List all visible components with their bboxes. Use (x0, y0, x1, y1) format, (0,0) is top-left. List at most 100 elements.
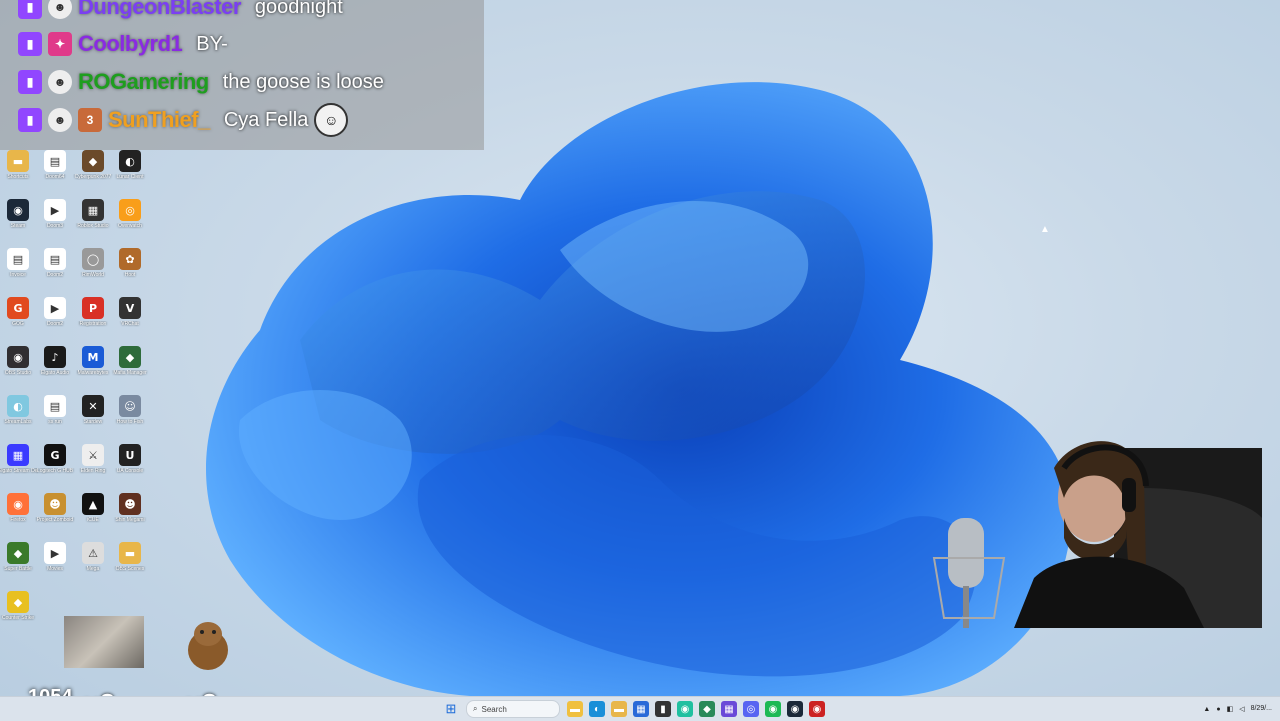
capybara-image (188, 622, 228, 670)
microphone-icon[interactable]: ● (1216, 706, 1220, 713)
app-icon: G (7, 297, 29, 319)
twitch-badge-icon: ▮ (18, 108, 42, 132)
app-icon: ⚔ (82, 444, 104, 466)
desktop-icon[interactable]: G GOG (0, 297, 36, 343)
chat-taskbar-icon[interactable]: ◉ (677, 701, 693, 717)
desktop-icon[interactable]: ✿ Hoot (112, 248, 148, 294)
desktop-icon[interactable]: ▲ iCUE (75, 493, 111, 539)
desktop-icon[interactable]: ◆ Cyberpunk 2077 (75, 150, 111, 196)
chat-message: ▮ ☻ 3 SunThief_ Cya Fella ☺ (18, 103, 349, 137)
desktop-icon-label: Doom64 (45, 174, 65, 180)
desktop-icon[interactable]: ◯ RimWorld (75, 248, 111, 294)
spotify-taskbar-icon[interactable]: ◉ (765, 701, 781, 717)
chat-username: DungeonBlaster (78, 0, 241, 19)
desktop-icon[interactable]: ◎ Overwatch (112, 199, 148, 245)
chat-text: the goose is loose (222, 70, 384, 93)
terminal-taskbar-icon[interactable]: ▮ (655, 701, 671, 717)
desktop-icon[interactable]: ⚠ Mega (75, 542, 111, 588)
photos-taskbar-icon[interactable]: ▦ (721, 701, 737, 717)
network-icon[interactable]: ◧ (1227, 705, 1234, 713)
taskbar-search-box[interactable]: ⌕ Search (466, 700, 560, 718)
desktop-icon[interactable]: ⚔ Elden Ring (75, 444, 111, 490)
desktop-icon[interactable]: ▶ Movies (37, 542, 73, 588)
desktop-icon[interactable]: ▦ Elgato Stream Deck (0, 444, 38, 490)
app-icon: ▦ (82, 199, 104, 221)
app-icon: ◆ (119, 346, 141, 368)
desktop-icon[interactable]: G Logitech G HUB (37, 444, 73, 490)
desktop-icon-label: Counter Strike (2, 615, 34, 621)
stream-chat-overlay: ▮ ☻ DungeonBlaster goodnight ▮ ✦ Coolbyr… (0, 0, 484, 150)
desktop-icon[interactable]: ▦ Roblox Studio (75, 199, 111, 245)
clock[interactable]: 8/29/... (1251, 705, 1272, 713)
desktop-icon[interactable]: ▤ ss run (37, 395, 73, 441)
app-taskbar-icon[interactable]: ◆ (699, 701, 715, 717)
desktop-icon[interactable]: ☻ Shin Megami (112, 493, 148, 539)
desktop-icon-label: Project Zomboid (36, 517, 74, 523)
desktop-icon[interactable]: ◆ Super Battle (0, 542, 36, 588)
start-button-icon[interactable]: ⊞ (443, 701, 459, 717)
app-icon: P (82, 297, 104, 319)
app-icon: ☻ (44, 493, 66, 515)
desktop-icon[interactable]: ◐ Lunar Client (112, 150, 148, 196)
volume-icon[interactable]: ◁ (1239, 705, 1244, 713)
desktop-icon-label: GOG (12, 321, 24, 327)
emote-icon: ☺ (314, 103, 349, 137)
desktop-icon-label: VRChat (121, 321, 139, 327)
chevron-up-icon[interactable]: ▲ (1203, 706, 1210, 713)
taskbar: ⊞ ⌕ Search ▬ ◐ ▬ ▦ ▮ ◉ ◆ ▦ ◎ ◉ ◉ ◉ ▲ ● ◧ ◁ 8/29/... (0, 696, 1280, 721)
desktop-icon[interactable]: ☺ How to Fish (112, 395, 148, 441)
desktop-icon-label: Movies (47, 566, 63, 572)
desktop-icon-label: Roblox Studio (77, 223, 109, 229)
sub-badge-icon: 3 (78, 108, 102, 132)
desktop-icon[interactable]: ▶ Doom2 (37, 297, 73, 343)
edge-taskbar-icon[interactable]: ◐ (589, 701, 605, 717)
desktop-icon[interactable]: ◐ StreamLabs (0, 395, 36, 441)
desktop-icon[interactable]: ♪ Elgato Audio (37, 346, 73, 392)
desktop-icon[interactable]: ▤ Doom64 (37, 150, 73, 196)
desktop-icon[interactable]: V VRChat (112, 297, 148, 343)
discord-taskbar-icon[interactable]: ◎ (743, 701, 759, 717)
file-explorer-taskbar-icon[interactable]: ▬ (567, 701, 583, 717)
desktop-icon[interactable]: P Registration (75, 297, 111, 343)
desktop-icon-label: Logitech G HUB (36, 468, 74, 474)
desktop-icon[interactable]: ◆ Mafia Manager (112, 346, 148, 392)
app-icon: ▤ (44, 150, 66, 172)
avatar: ☻ (48, 70, 72, 94)
desktop-icon[interactable]: ◉ Steam (0, 199, 36, 245)
desktop-icon-label: Doom2 (46, 272, 64, 278)
desktop-icon[interactable]: ▤ Invoice (0, 248, 36, 294)
app-icon: ♪ (44, 346, 66, 368)
desktop-icon-label: Shin Megami (115, 517, 145, 523)
steam-taskbar-icon[interactable]: ◉ (787, 701, 803, 717)
store-taskbar-icon[interactable]: ▦ (633, 701, 649, 717)
desktop-icon[interactable]: ✕ Stardew (75, 395, 111, 441)
desktop-icon-label: Stardew (83, 419, 103, 425)
app-icon: ◯ (82, 248, 104, 270)
folder-taskbar-icon[interactable]: ▬ (611, 701, 627, 717)
desktop-icon[interactable]: ◆ Counter Strike (0, 591, 36, 637)
desktop-icon[interactable]: ◉ OBS Studio (0, 346, 36, 392)
desktop-icon-label: Malwarebytes (77, 370, 109, 376)
desktop-icon[interactable]: ▬ OBS Scenes (112, 542, 148, 588)
desktop-icon-label: Shortcuts (7, 174, 29, 180)
app-icon: ✿ (119, 248, 141, 270)
avatar: ☻ (48, 0, 72, 19)
desktop-icon[interactable]: ☻ Project Zomboid (37, 493, 73, 539)
app-icon: ▤ (44, 248, 66, 270)
desktop-icon[interactable]: M Malwarebytes (75, 346, 111, 392)
desktop-icon-label: Hoot (124, 272, 136, 278)
desktop-icon[interactable]: ▤ Doom2 (37, 248, 73, 294)
app-icon: ◉ (7, 493, 29, 515)
app-icon: G (44, 444, 66, 466)
desktop-icon[interactable]: U UA Console (112, 444, 148, 490)
desktop-icon[interactable]: ▬ Shortcuts (0, 150, 36, 196)
desktop-icon[interactable]: ◉ Firefox (0, 493, 36, 539)
desktop-icon-label: Super Battle (4, 566, 32, 572)
mouse-cursor-icon: ▲ (1040, 224, 1050, 235)
desktop-icon-label: Elden Ring (80, 468, 106, 474)
desktop-icon[interactable]: ▶ Doom3 (37, 199, 73, 245)
chat-username: ROGamering (78, 69, 209, 94)
app-icon: ▶ (44, 199, 66, 221)
obs-taskbar-icon[interactable]: ◉ (809, 701, 825, 717)
app-icon: M (82, 346, 104, 368)
